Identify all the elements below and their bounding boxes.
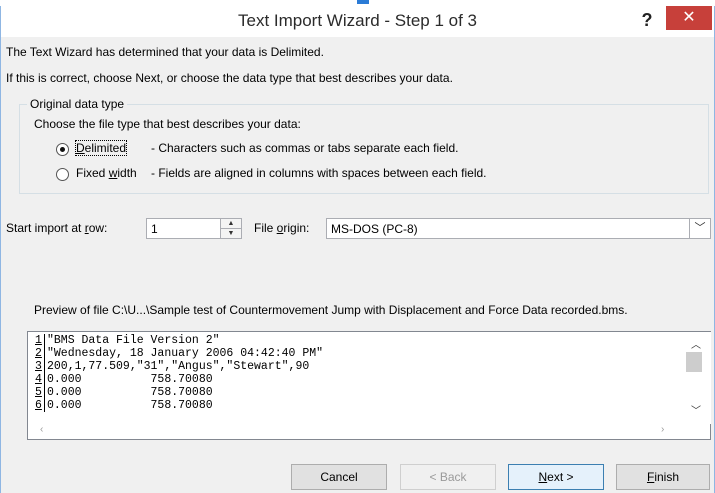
intro-line-2: If this is correct, choose Next, or choo… xyxy=(6,71,453,85)
line-number: 3 xyxy=(35,360,42,373)
title-bar[interactable]: Text Import Wizard - Step 1 of 3 ? ✕ xyxy=(1,6,714,37)
fixed-width-label-pre: Fixed xyxy=(76,166,109,180)
finish-button[interactable]: Finish xyxy=(616,464,710,490)
scroll-down-icon[interactable]: ﹀ xyxy=(689,402,703,417)
start-row-spinner[interactable]: ▲ ▼ xyxy=(220,218,242,239)
text-import-wizard-dialog: Text Import Wizard - Step 1 of 3 ? ✕ The… xyxy=(0,6,715,493)
fixed-width-label-post: idth xyxy=(117,166,137,180)
file-origin-label-post: rigin: xyxy=(283,221,310,235)
line-separator xyxy=(44,360,45,373)
start-row-label-pre: Start import at xyxy=(6,221,85,235)
delimited-label-post: elimited xyxy=(84,141,127,155)
file-preview-pane[interactable]: 1 "BMS Data File Version 2" 2 "Wednesday, … xyxy=(27,331,711,440)
line-text: "Wednesday, 18 January 2006 04:42:40 PM" xyxy=(47,347,324,360)
cancel-button[interactable]: Cancel xyxy=(291,464,387,490)
next-access-key: N xyxy=(538,470,548,484)
preview-lines: 1 "BMS Data File Version 2" 2 "Wednesday, … xyxy=(35,334,323,412)
preview-line: 5 0.000 758.70080 xyxy=(35,386,323,399)
help-button[interactable]: ? xyxy=(635,8,659,32)
scroll-left-icon[interactable]: ‹ xyxy=(40,424,43,435)
line-number: 4 xyxy=(35,373,42,386)
line-separator xyxy=(44,373,45,386)
preview-line: 6 0.000 758.70080 xyxy=(35,399,323,412)
back-button[interactable]: < Back xyxy=(400,464,496,490)
line-text: 0.000 758.70080 xyxy=(47,373,213,386)
preview-caption: Preview of file C:\U...\Sample test of C… xyxy=(34,303,628,317)
close-button[interactable]: ✕ xyxy=(666,6,712,30)
finish-label: inish xyxy=(654,470,680,484)
scrollbar-thumb[interactable] xyxy=(686,352,702,372)
file-origin-label: File origin: xyxy=(254,221,309,235)
file-origin-label-pre: File xyxy=(254,221,277,235)
fixed-width-radio[interactable] xyxy=(56,168,69,181)
file-origin-value: MS-DOS (PC-8) xyxy=(331,222,418,236)
line-separator xyxy=(44,334,45,347)
group-legend: Original data type xyxy=(27,97,128,111)
delimited-description: - Characters such as commas or tabs sepa… xyxy=(151,141,459,155)
line-number: 2 xyxy=(35,347,42,360)
radio-selected-dot xyxy=(60,147,65,152)
line-text: 0.000 758.70080 xyxy=(47,399,213,412)
preview-line: 1 "BMS Data File Version 2" xyxy=(35,334,323,347)
spin-up-arrow-icon[interactable]: ▲ xyxy=(221,219,241,229)
line-separator xyxy=(44,399,45,412)
file-origin-select[interactable]: MS-DOS (PC-8) xyxy=(326,218,711,239)
background-accent xyxy=(357,0,369,4)
line-text: 200,1,77.509,"31","Angus","Stewart",90 xyxy=(47,360,310,373)
preview-line: 4 0.000 758.70080 xyxy=(35,373,323,386)
preview-line: 2 "Wednesday, 18 January 2006 04:42:40 PM… xyxy=(35,347,323,360)
scroll-right-icon[interactable]: › xyxy=(661,424,664,435)
line-text: 0.000 758.70080 xyxy=(47,386,213,399)
start-row-label: Start import at row: xyxy=(6,221,107,235)
line-number: 5 xyxy=(35,386,42,399)
vertical-scrollbar[interactable]: ︿ ﹀ xyxy=(681,332,711,424)
start-row-input[interactable]: 1 xyxy=(146,218,221,239)
fixed-width-description: - Fields are aligned in columns with spa… xyxy=(151,166,487,180)
delimited-label[interactable]: Delimited xyxy=(74,140,128,156)
intro-line-1: The Text Wizard has determined that your… xyxy=(6,45,324,59)
line-separator xyxy=(44,347,45,360)
delimited-access-key: D xyxy=(76,141,85,155)
line-number: 6 xyxy=(35,399,42,412)
dialog-title: Text Import Wizard - Step 1 of 3 xyxy=(237,11,478,30)
line-number: 1 xyxy=(35,334,42,347)
fixed-width-label[interactable]: Fixed width xyxy=(76,166,137,180)
file-type-prompt: Choose the file type that best describes… xyxy=(34,117,301,131)
line-separator xyxy=(44,386,45,399)
spin-down-arrow-icon[interactable]: ▼ xyxy=(221,229,241,238)
delimited-radio[interactable] xyxy=(56,143,69,156)
delimited-label-text: Delimited xyxy=(74,140,128,156)
preview-line: 3 200,1,77.509,"31","Angus","Stewart",90 xyxy=(35,360,323,373)
scroll-up-icon[interactable]: ︿ xyxy=(689,336,703,351)
next-button[interactable]: Next > xyxy=(508,464,604,490)
horizontal-scrollbar[interactable]: ‹ › xyxy=(28,424,681,439)
chevron-down-icon[interactable]: ﹀ xyxy=(689,218,710,239)
start-row-label-post: ow: xyxy=(88,221,108,235)
next-label: ext > xyxy=(547,470,574,484)
line-text: "BMS Data File Version 2" xyxy=(47,334,220,347)
